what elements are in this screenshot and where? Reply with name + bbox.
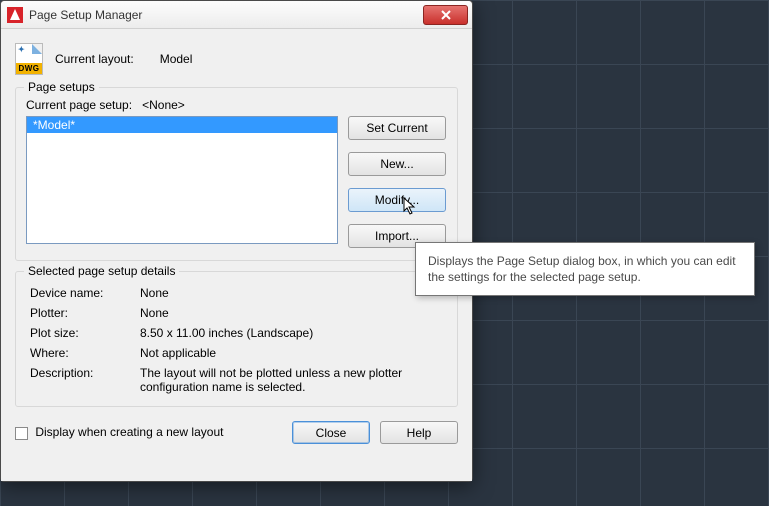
page-setups-group: Page setups Current page setup: <None> *… (15, 87, 458, 261)
app-icon (7, 7, 23, 23)
display-on-new-layout-checkbox[interactable]: Display when creating a new layout (15, 425, 223, 439)
plotter-label: Plotter: (30, 306, 140, 320)
current-layout-value: Model (160, 52, 193, 66)
where-label: Where: (30, 346, 140, 360)
plotter-value: None (140, 306, 447, 320)
window-close-button[interactable] (423, 5, 468, 25)
set-current-button[interactable]: Set Current (348, 116, 446, 140)
footer-row: Display when creating a new layout Close… (15, 415, 458, 444)
plot-size-label: Plot size: (30, 326, 140, 340)
current-layout-label: Current layout: (55, 52, 134, 66)
current-page-setup-label: Current page setup: (26, 98, 132, 112)
description-value: The layout will not be plotted unless a … (140, 366, 447, 394)
page-setups-legend: Page setups (24, 80, 99, 94)
modify-button-label: Modify... (375, 193, 419, 207)
device-name-label: Device name: (30, 286, 140, 300)
help-button[interactable]: Help (380, 421, 458, 444)
display-on-new-layout-label: Display when creating a new layout (35, 425, 223, 439)
device-name-value: None (140, 286, 447, 300)
close-button[interactable]: Close (292, 421, 370, 444)
window-body: ✦ DWG Current layout: Model Page setups … (1, 29, 472, 481)
current-page-setup-row: Current page setup: <None> (26, 98, 447, 112)
list-item[interactable]: *Model* (27, 117, 337, 133)
page-setup-list[interactable]: *Model* (26, 116, 338, 244)
titlebar[interactable]: Page Setup Manager (1, 1, 472, 29)
details-legend: Selected page setup details (24, 264, 179, 278)
current-page-setup-value: <None> (142, 98, 185, 112)
modify-button[interactable]: Modify... (348, 188, 446, 212)
selected-details-group: Selected page setup details Device name:… (15, 271, 458, 407)
page-setup-manager-window: Page Setup Manager ✦ DWG Current layout:… (0, 0, 473, 482)
where-value: Not applicable (140, 346, 447, 360)
new-button[interactable]: New... (348, 152, 446, 176)
dwg-file-icon: ✦ DWG (15, 43, 43, 75)
checkbox-box[interactable] (15, 427, 28, 440)
plot-size-value: 8.50 x 11.00 inches (Landscape) (140, 326, 447, 340)
close-icon (441, 10, 451, 20)
modify-tooltip: Displays the Page Setup dialog box, in w… (415, 242, 755, 296)
description-label: Description: (30, 366, 140, 394)
window-title: Page Setup Manager (29, 8, 142, 22)
